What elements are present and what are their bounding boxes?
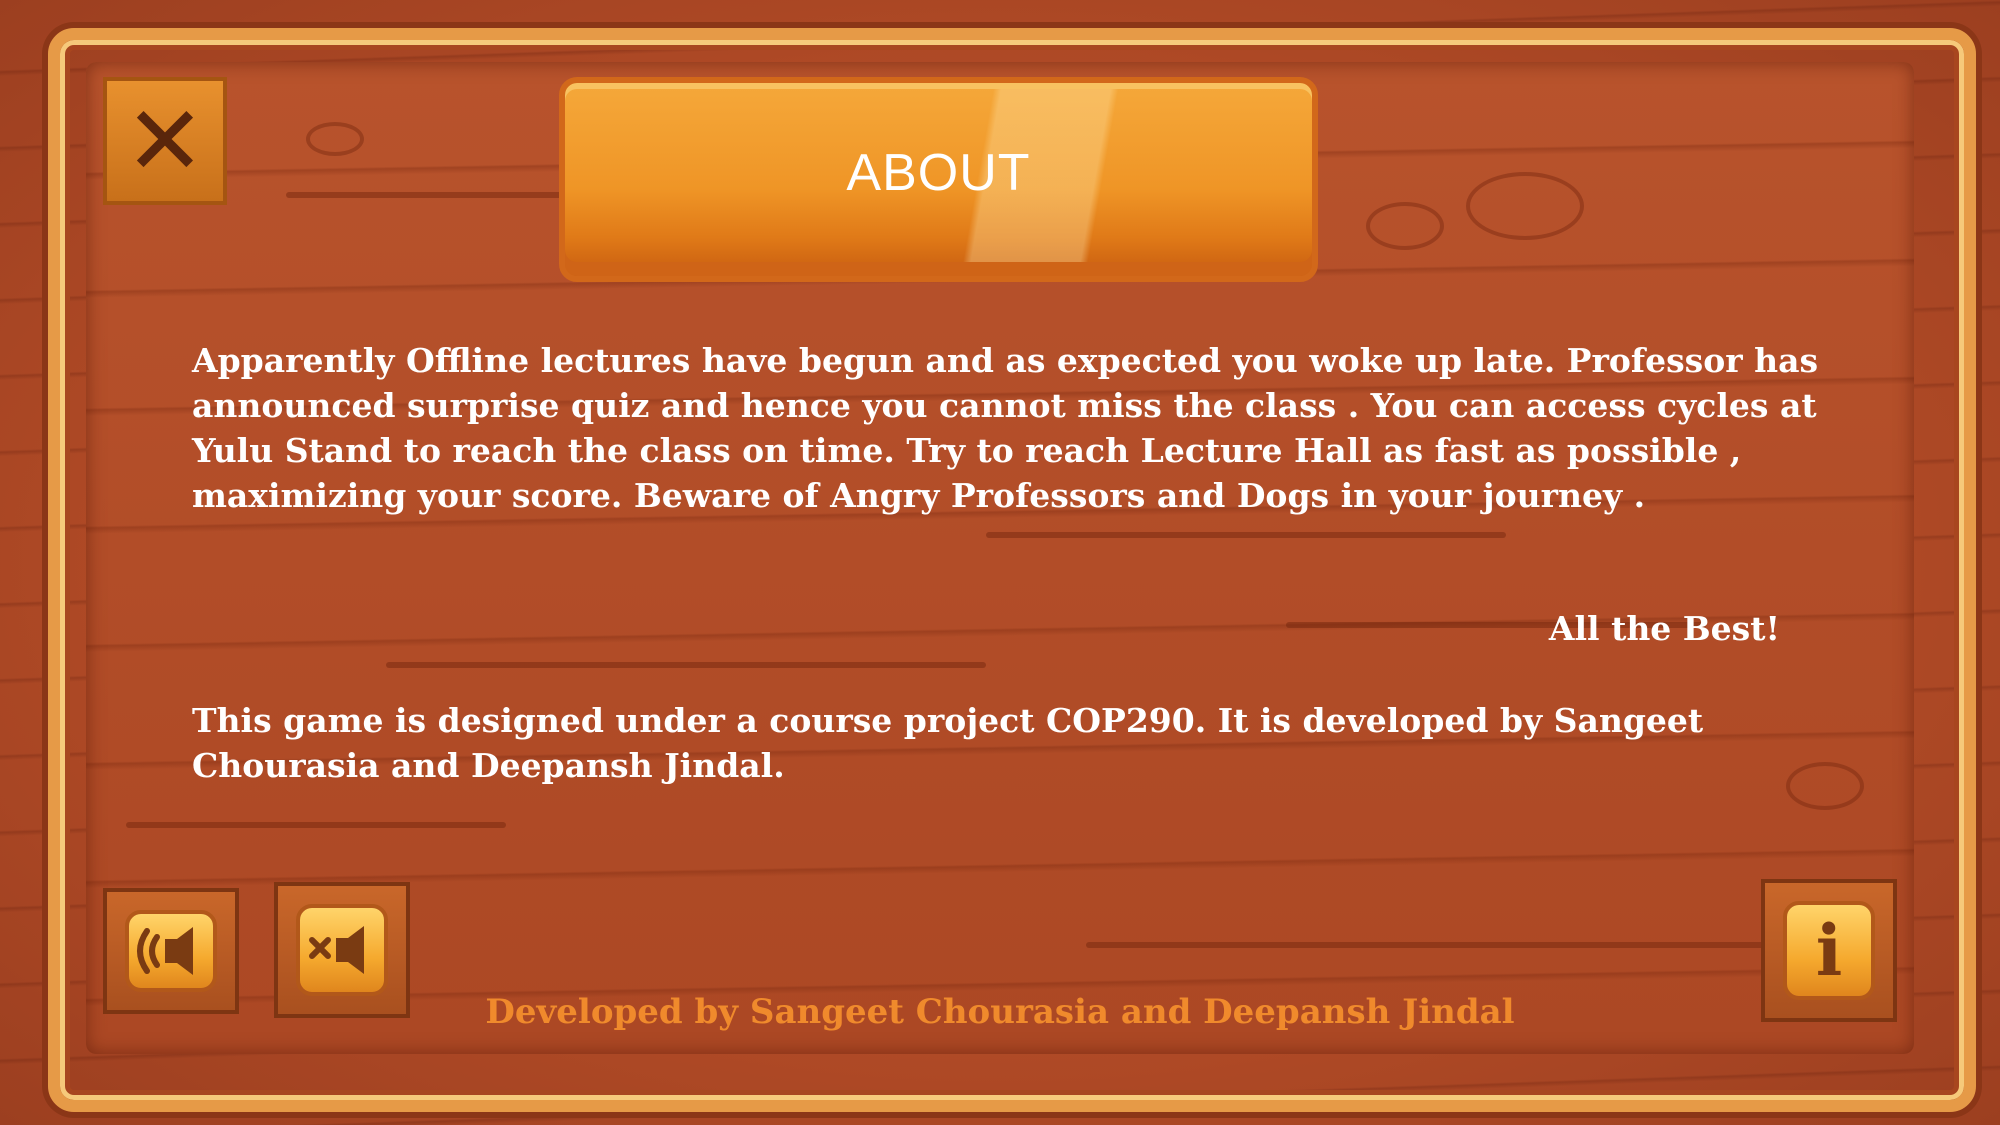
sound-off-button-face [296, 904, 388, 996]
footer-credit: Developed by Sangeet Chourasia and Deepa… [485, 992, 1515, 1032]
sound-on-button-face [125, 910, 217, 992]
sound-on-button[interactable] [103, 888, 239, 1014]
title-banner: ABOUT [559, 77, 1318, 282]
sound-off-button[interactable] [274, 882, 410, 1018]
info-button-face: i [1783, 901, 1875, 1000]
info-button[interactable]: i [1761, 879, 1897, 1022]
course-credit-text: This game is designed under a course pro… [192, 701, 1704, 785]
speaker-on-icon [137, 927, 193, 975]
info-icon: i [1815, 908, 1843, 992]
best-wishes-text: All the Best! [1548, 609, 1780, 648]
about-description: Apparently Offline lectures have begun a… [192, 341, 1819, 515]
close-icon: ✕ [124, 85, 206, 197]
speaker-mute-icon [309, 926, 364, 974]
page-title: ABOUT [846, 144, 1031, 202]
close-button[interactable]: ✕ [103, 77, 227, 205]
